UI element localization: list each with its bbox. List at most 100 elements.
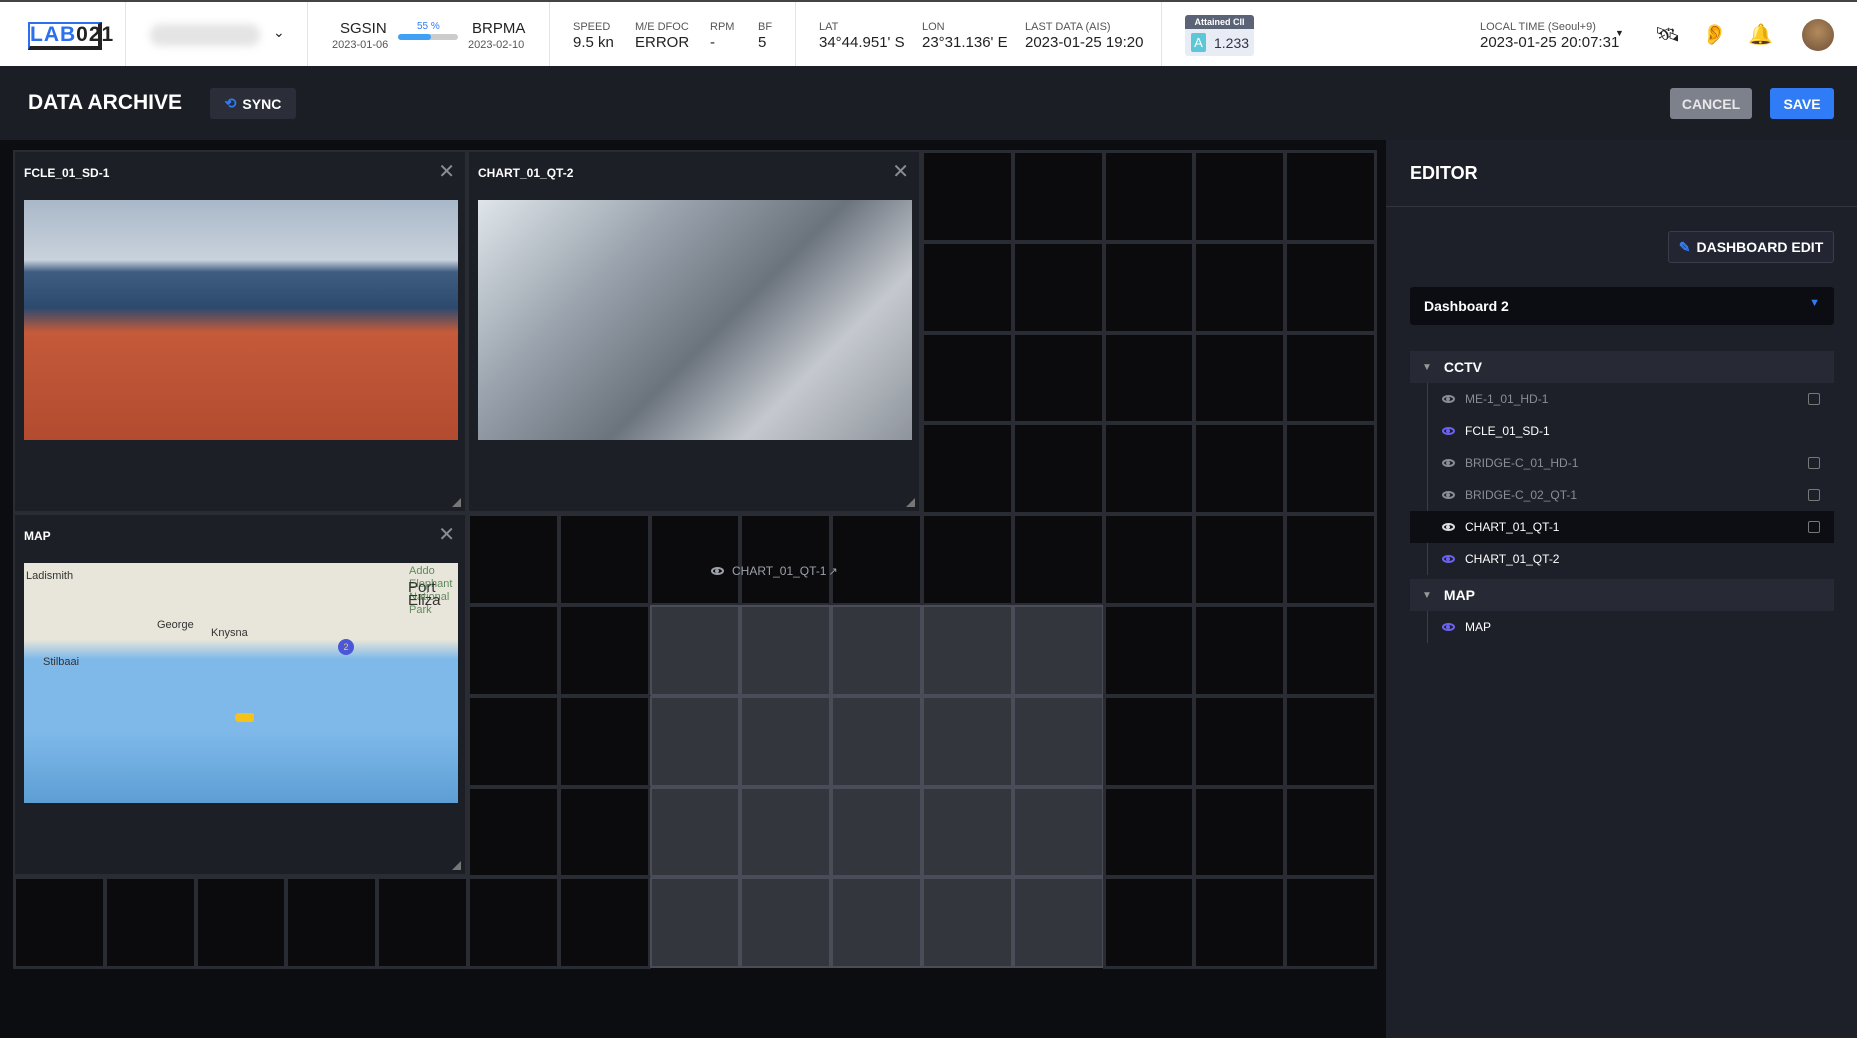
logo[interactable]: LAB021 bbox=[28, 22, 113, 50]
drop-placeholder-cell bbox=[649, 786, 741, 878]
vessel-selector[interactable] bbox=[150, 24, 260, 46]
drag-ghost[interactable]: CHART_01_QT-1 ↗ bbox=[711, 564, 838, 578]
drop-placeholder-cell bbox=[649, 605, 741, 696]
sync-label: SYNC bbox=[242, 95, 282, 112]
cii-badge: Attained CII A 1.233 bbox=[1185, 15, 1254, 56]
group-label: CCTV bbox=[1443, 359, 1483, 375]
map-label: Port Eliza bbox=[408, 579, 441, 610]
cii-grade: A bbox=[1191, 33, 1206, 52]
eye-icon[interactable] bbox=[1442, 427, 1455, 435]
external-link-icon[interactable] bbox=[1808, 393, 1820, 405]
cluster-marker[interactable]: 2 bbox=[338, 639, 354, 656]
tree-item[interactable]: BRIDGE-C_01_HD-1 bbox=[1410, 447, 1834, 479]
editor-panel: EDITOR ✎ DASHBOARD EDIT Dashboard 2 ▼ ▼ CC… bbox=[1386, 140, 1857, 1038]
widget-panel[interactable]: MAP ✕ Ladismith George Knysna Stilbaai Addo El… bbox=[14, 514, 466, 876]
tree-group-cctv[interactable]: ▼ CCTV bbox=[1410, 351, 1834, 383]
grid-cell bbox=[557, 785, 651, 879]
map-label: Ladismith bbox=[26, 570, 74, 583]
drop-placeholder-cell bbox=[740, 695, 832, 787]
eye-icon[interactable] bbox=[1442, 555, 1455, 563]
tree-item-label: BRIDGE-C_01_HD-1 bbox=[1465, 456, 1579, 470]
page-title: DATA ARCHIVE bbox=[28, 91, 182, 114]
grid-cell bbox=[557, 694, 651, 788]
tree-item[interactable]: BRIDGE-C_02_QT-1 bbox=[1410, 479, 1834, 511]
grid-cell bbox=[1284, 513, 1377, 606]
grid-cell bbox=[1102, 240, 1196, 334]
external-link-icon: ↗ bbox=[828, 565, 838, 578]
drop-placeholder-cell bbox=[831, 695, 922, 787]
grid-cell bbox=[1011, 150, 1105, 243]
external-link-icon[interactable] bbox=[1808, 457, 1820, 469]
ear-icon[interactable]: 👂 bbox=[1702, 22, 1727, 47]
local-time-label: LOCAL TIME (Seoul+9) bbox=[1480, 21, 1596, 33]
resize-handle[interactable] bbox=[906, 498, 915, 508]
tree-item[interactable]: FCLE_01_SD-1 bbox=[1410, 415, 1834, 447]
tree-item-label: MAP bbox=[1465, 620, 1492, 634]
grid-cell bbox=[921, 513, 1014, 606]
grid-cell bbox=[1284, 422, 1377, 516]
tree-item-label: BRIDGE-C_02_QT-1 bbox=[1465, 488, 1578, 502]
eye-icon[interactable] bbox=[1442, 459, 1455, 467]
route-progress-bar bbox=[398, 34, 458, 40]
bf-label: BF bbox=[758, 21, 773, 33]
save-button[interactable]: SAVE bbox=[1770, 88, 1834, 119]
vessel-marker[interactable] bbox=[235, 713, 254, 723]
panel-title: CHART_01_QT-2 bbox=[478, 166, 574, 180]
widget-panel[interactable]: CHART_01_QT-2 ✕ bbox=[468, 151, 920, 513]
grid-cell bbox=[921, 422, 1014, 516]
route-from-date: 2023-01-06 bbox=[332, 39, 389, 51]
grid-cell bbox=[1193, 513, 1287, 606]
drop-placeholder-cell bbox=[831, 605, 922, 696]
caret-down-icon: ▼ bbox=[1422, 589, 1432, 601]
divider bbox=[1386, 206, 1857, 207]
grid-cell bbox=[467, 785, 560, 879]
bell-icon[interactable]: 🔔 bbox=[1748, 22, 1773, 47]
external-link-icon[interactable] bbox=[1808, 521, 1820, 533]
close-icon[interactable]: ✕ bbox=[438, 525, 455, 545]
eye-icon[interactable] bbox=[1442, 491, 1455, 499]
dashboard-select-value: Dashboard 2 bbox=[1424, 298, 1509, 314]
sync-button[interactable]: ⟲ SYNC bbox=[210, 88, 296, 119]
dashboard-edit-button[interactable]: ✎ DASHBOARD EDIT bbox=[1668, 231, 1834, 263]
grid-cell bbox=[557, 876, 651, 970]
grid-cell bbox=[1011, 422, 1105, 516]
grid-cell bbox=[1102, 331, 1196, 425]
eye-icon[interactable] bbox=[1442, 623, 1455, 631]
resize-handle[interactable] bbox=[452, 498, 461, 508]
tree-item[interactable]: MAP bbox=[1410, 611, 1834, 643]
grid-cell bbox=[830, 513, 923, 606]
drop-placeholder-cell bbox=[1012, 605, 1104, 696]
cii-value: 1.233 bbox=[1214, 35, 1250, 51]
chevron-down-icon[interactable]: ⌄ bbox=[273, 24, 285, 41]
grid-cell bbox=[1102, 604, 1196, 697]
satellite-icon[interactable]: 🛰 bbox=[1655, 22, 1680, 47]
close-icon[interactable]: ✕ bbox=[892, 162, 909, 182]
grid-cell bbox=[1284, 331, 1377, 425]
close-icon[interactable]: ✕ bbox=[438, 162, 455, 182]
avatar[interactable] bbox=[1802, 19, 1834, 51]
grid-cell bbox=[739, 513, 833, 606]
resize-handle[interactable] bbox=[452, 861, 461, 871]
map-label: Knysna bbox=[211, 627, 248, 640]
dashboard-select[interactable]: Dashboard 2 ▼ bbox=[1410, 287, 1834, 325]
tree-item-label: CHART_01_QT-2 bbox=[1465, 552, 1560, 566]
grid-cell bbox=[467, 513, 560, 606]
tree-item-label: ME-1_01_HD-1 bbox=[1465, 392, 1549, 406]
tree-item[interactable]: CHART_01_QT-2 bbox=[1410, 543, 1834, 575]
grid-cell bbox=[1193, 150, 1287, 243]
grid-cell bbox=[1011, 513, 1105, 606]
eye-icon[interactable] bbox=[1442, 523, 1455, 531]
lat-value: 34°44.951' S bbox=[819, 34, 905, 51]
cancel-button[interactable]: CANCEL bbox=[1670, 88, 1752, 119]
tree-group-map[interactable]: ▼ MAP bbox=[1410, 579, 1834, 611]
grid-cell bbox=[648, 513, 742, 606]
caret-down-icon[interactable]: ▼ bbox=[1615, 28, 1624, 38]
external-link-icon[interactable] bbox=[1808, 489, 1820, 501]
grid-cell bbox=[1193, 876, 1287, 970]
grid-cell bbox=[1193, 422, 1287, 516]
tree-item[interactable]: CHART_01_QT-1 bbox=[1410, 511, 1834, 543]
drop-placeholder-cell bbox=[649, 695, 741, 787]
tree-item[interactable]: ME-1_01_HD-1 bbox=[1410, 383, 1834, 415]
eye-icon[interactable] bbox=[1442, 395, 1455, 403]
widget-panel[interactable]: FCLE_01_SD-1 ✕ bbox=[14, 151, 466, 513]
